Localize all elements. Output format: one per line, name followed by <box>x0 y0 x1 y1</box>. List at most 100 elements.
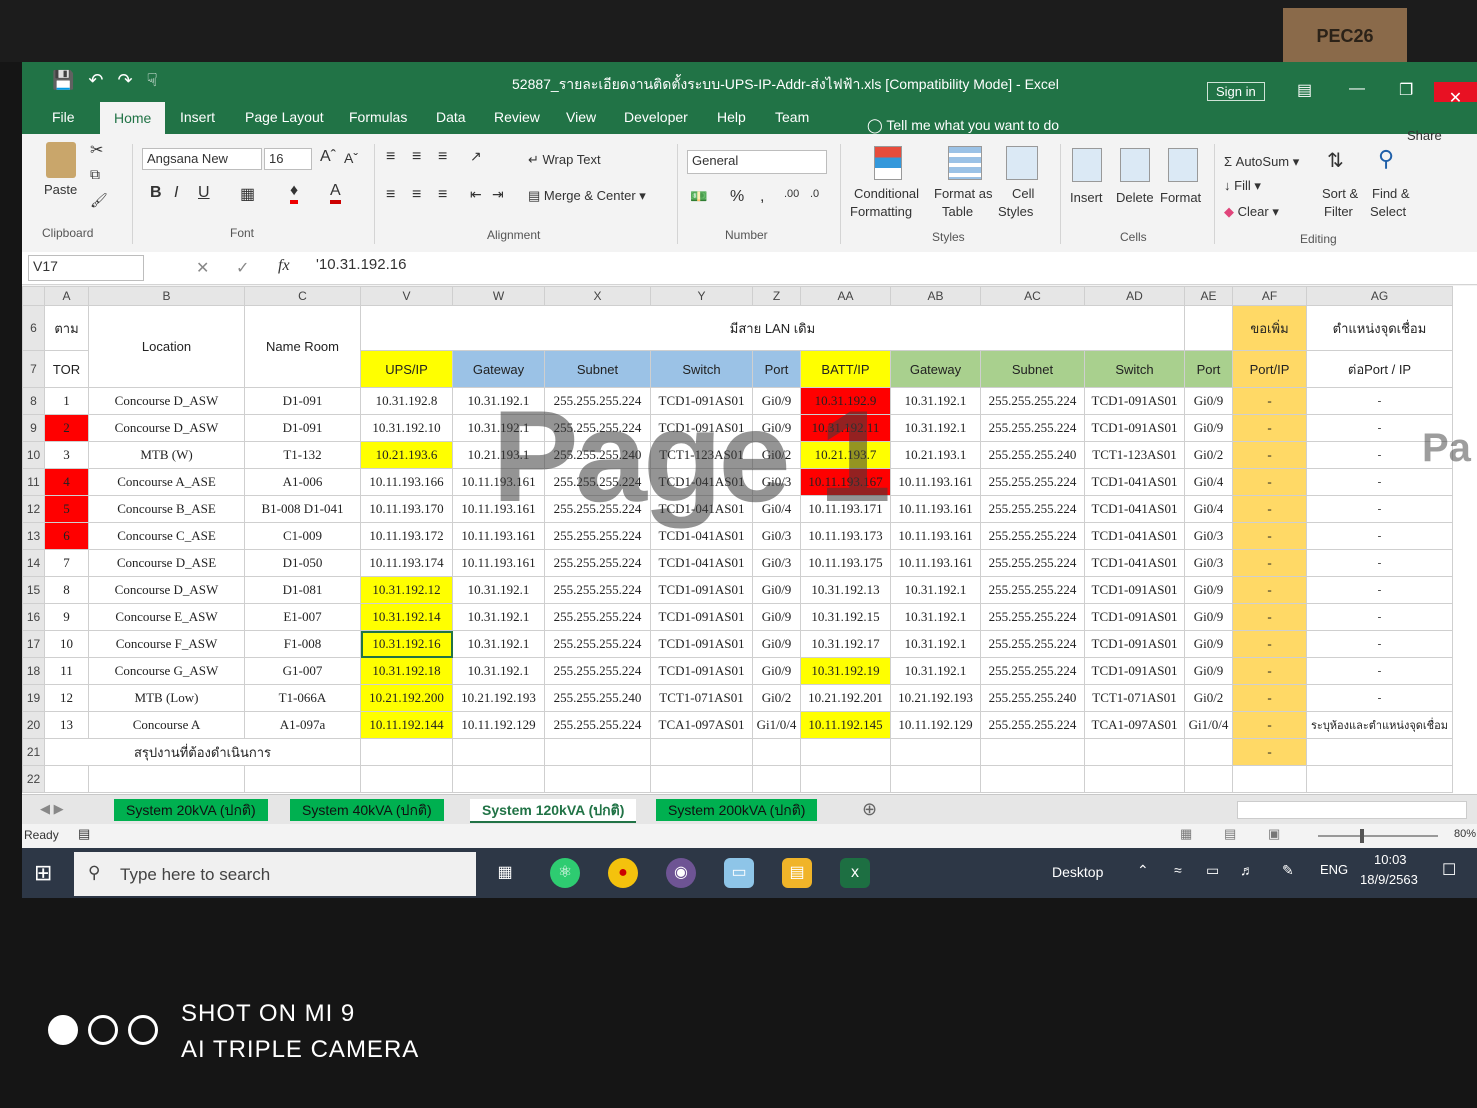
copy-icon[interactable]: ⧉ <box>90 166 100 183</box>
cell-batt-ip[interactable]: 10.11.193.171 <box>800 495 891 523</box>
zoom-slider-thumb[interactable] <box>1360 829 1364 843</box>
add-sheet-icon[interactable]: ⊕ <box>862 799 877 820</box>
header-port[interactable]: Port <box>752 350 801 388</box>
cell-gateway[interactable]: 10.11.193.161 <box>452 495 545 523</box>
cell-ups-ip[interactable]: 10.11.193.174 <box>360 549 453 577</box>
cell-gateway[interactable]: 10.31.192.1 <box>452 576 545 604</box>
orientation-icon[interactable]: ↗ <box>470 148 482 165</box>
conditional-formatting-button[interactable]: Conditional <box>854 186 919 201</box>
tab-help[interactable]: Help <box>717 109 746 125</box>
cell-gateway-2[interactable]: 10.31.192.1 <box>890 387 981 415</box>
column-header-ac[interactable]: AC <box>980 286 1085 306</box>
empty-cell[interactable] <box>1084 765 1185 793</box>
tab-home[interactable]: Home <box>100 102 166 134</box>
cell-gateway-2[interactable]: 10.31.192.1 <box>890 657 981 685</box>
cell-location[interactable]: Concourse A_ASE <box>88 468 245 496</box>
cell-switch[interactable]: TCT1-123AS01 <box>650 441 753 469</box>
cell-batt-ip[interactable]: 10.31.192.15 <box>800 603 891 631</box>
row-header[interactable]: 16 <box>22 603 45 631</box>
cell-port-2[interactable]: Gi0/9 <box>1184 603 1233 631</box>
normal-view-icon[interactable]: ▦ <box>1180 826 1192 842</box>
cell-room[interactable]: A1-097a <box>244 711 361 739</box>
ribbon-display-icon[interactable]: ▤ <box>1297 80 1312 100</box>
row-header[interactable]: 21 <box>22 738 45 766</box>
cell-subnet-2[interactable]: 255.255.255.224 <box>980 657 1085 685</box>
column-header-y[interactable]: Y <box>650 286 753 306</box>
cell-location[interactable]: MTB (W) <box>88 441 245 469</box>
empty-cell[interactable] <box>1232 765 1307 793</box>
cell-ag[interactable]: - <box>1306 549 1453 577</box>
cell-port-2[interactable]: Gi0/9 <box>1184 657 1233 685</box>
underline-icon[interactable]: U <box>198 184 210 202</box>
header-subnet[interactable]: Subnet <box>544 350 651 388</box>
cell-subnet[interactable]: 255.255.255.224 <box>544 657 651 685</box>
cell-no[interactable]: 12 <box>44 684 89 712</box>
align-bottom-icon[interactable]: ≡ <box>438 148 447 166</box>
borders-icon[interactable]: ▦ <box>240 184 255 204</box>
row-header[interactable]: 6 <box>22 305 45 351</box>
cell-room[interactable]: B1-008 D1-041 <box>244 495 361 523</box>
cell-subnet-2[interactable]: 255.255.255.224 <box>980 576 1085 604</box>
cell-gateway[interactable]: 10.11.193.161 <box>452 468 545 496</box>
cell-port[interactable]: Gi0/3 <box>752 549 801 577</box>
windows-start-icon[interactable]: ⊞ <box>34 860 52 886</box>
cell-af[interactable]: - <box>1232 576 1307 604</box>
header-no-top[interactable]: ตาม <box>44 305 89 351</box>
cell-subnet-2[interactable]: 255.255.255.224 <box>980 549 1085 577</box>
empty-cell[interactable] <box>452 738 545 766</box>
cell-styles-button-line2[interactable]: Styles <box>998 204 1033 219</box>
column-header-x[interactable]: X <box>544 286 651 306</box>
input-language[interactable]: ENG <box>1320 862 1348 877</box>
decrease-decimal-icon[interactable]: .0 <box>810 188 819 200</box>
cell-subnet[interactable]: 255.255.255.224 <box>544 711 651 739</box>
cell-no[interactable]: 6 <box>44 522 89 550</box>
empty-cell[interactable] <box>980 765 1085 793</box>
cell-gateway[interactable]: 10.11.193.161 <box>452 522 545 550</box>
header-ups-ip[interactable]: UPS/IP <box>360 350 453 388</box>
cell-gateway-2[interactable]: 10.31.192.1 <box>890 630 981 658</box>
cell-subnet[interactable]: 255.255.255.224 <box>544 630 651 658</box>
cell-no[interactable]: 5 <box>44 495 89 523</box>
empty-cell[interactable] <box>360 738 453 766</box>
cell-location[interactable]: MTB (Low) <box>88 684 245 712</box>
cell-no[interactable]: 10 <box>44 630 89 658</box>
cell-ups-ip[interactable]: 10.11.193.166 <box>360 468 453 496</box>
header-gateway[interactable]: Gateway <box>452 350 545 388</box>
cell-batt-ip[interactable]: 10.21.192.201 <box>800 684 891 712</box>
cell-styles-icon[interactable] <box>1006 146 1038 180</box>
sheet-tab-40kva[interactable]: System 40kVA (ปกติ) <box>290 799 444 821</box>
cell-ups-ip[interactable]: 10.31.192.14 <box>360 603 453 631</box>
header-subnet-2[interactable]: Subnet <box>980 350 1085 388</box>
row-header[interactable]: 11 <box>22 468 45 496</box>
cell-room[interactable]: E1-007 <box>244 603 361 631</box>
empty-cell[interactable] <box>752 765 801 793</box>
cell-switch-2[interactable]: TCT1-123AS01 <box>1084 441 1185 469</box>
accounting-format-icon[interactable]: 💵 <box>690 188 707 205</box>
shrink-font-icon[interactable]: Aˇ <box>344 150 358 166</box>
row-header[interactable]: 17 <box>22 630 45 658</box>
percent-style-icon[interactable]: % <box>730 188 744 206</box>
cell-port[interactable]: Gi1/0/4 <box>752 711 801 739</box>
cell-port[interactable]: Gi0/9 <box>752 576 801 604</box>
enter-icon[interactable]: ✓ <box>236 258 249 278</box>
empty-cell[interactable] <box>1184 738 1233 766</box>
cell-ag[interactable]: - <box>1306 657 1453 685</box>
row-header[interactable]: 9 <box>22 414 45 442</box>
cell-location[interactable]: Concourse E_ASW <box>88 603 245 631</box>
cell-batt-ip[interactable]: 10.11.192.145 <box>800 711 891 739</box>
taskbar-search-box[interactable]: ⚲ Type here to search <box>74 852 476 896</box>
tab-file[interactable]: File <box>52 109 75 125</box>
cell-ag[interactable]: - <box>1306 495 1453 523</box>
cell-port-2[interactable]: Gi0/3 <box>1184 549 1233 577</box>
cell-subnet[interactable]: 255.255.255.224 <box>544 603 651 631</box>
cell-subnet-2[interactable]: 255.255.255.240 <box>980 684 1085 712</box>
empty-cell[interactable] <box>890 738 981 766</box>
summary-label[interactable]: สรุปงานที่ต้องดำเนินการ <box>44 738 361 766</box>
cell-port[interactable]: Gi0/9 <box>752 414 801 442</box>
cell-subnet-2[interactable]: 255.255.255.224 <box>980 495 1085 523</box>
column-header-z[interactable]: Z <box>752 286 801 306</box>
align-middle-icon[interactable]: ≡ <box>412 148 421 166</box>
column-header-ab[interactable]: AB <box>890 286 981 306</box>
sheet-tab-20kva[interactable]: System 20kVA (ปกติ) <box>114 799 268 821</box>
cell-switch-2[interactable]: TCD1-041AS01 <box>1084 495 1185 523</box>
